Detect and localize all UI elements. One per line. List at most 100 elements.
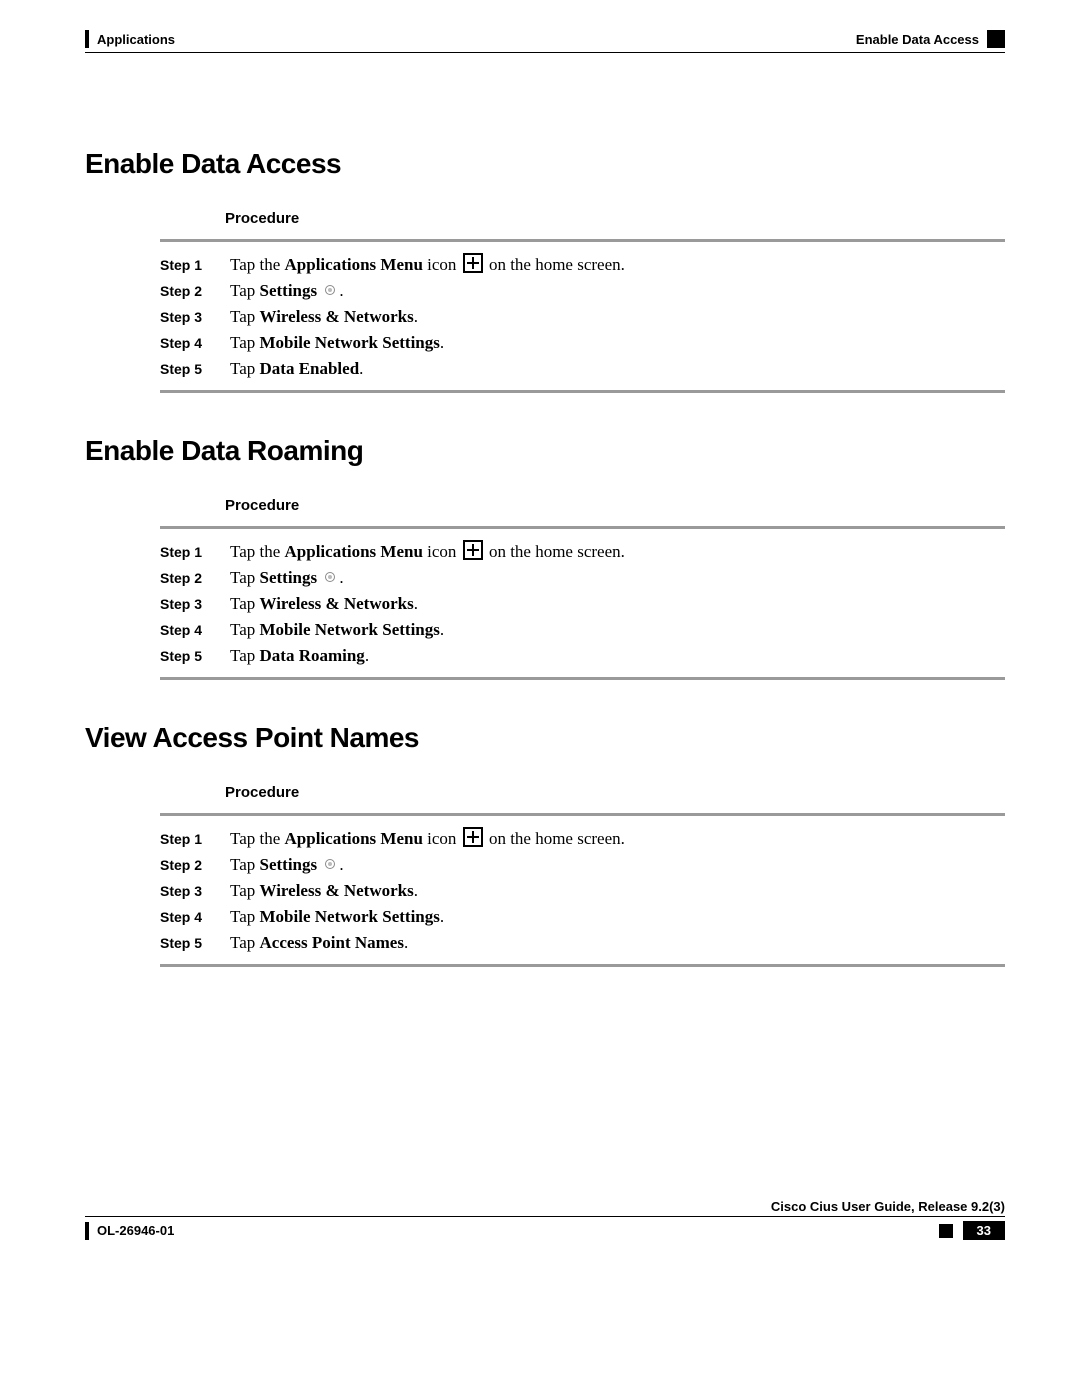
step-post: . (414, 594, 418, 613)
step-pre: Tap (230, 281, 260, 300)
step-label: Step 5 (160, 935, 230, 951)
step-post: on the home screen. (485, 542, 625, 561)
applications-menu-icon (463, 540, 483, 560)
header-chapter: Applications (97, 32, 175, 47)
step-pre: Tap (230, 333, 260, 352)
step-row: Step 5Tap Access Point Names. (160, 930, 1005, 956)
section-title: View Access Point Names (85, 722, 1005, 754)
step-post: . (440, 620, 444, 639)
step-post: on the home screen. (485, 829, 625, 848)
step-row: Step 5Tap Data Enabled. (160, 356, 1005, 382)
applications-menu-icon (463, 827, 483, 847)
step-label: Step 1 (160, 257, 230, 273)
step-bold: Settings (260, 568, 318, 587)
step-label: Step 5 (160, 648, 230, 664)
step-text: Tap Mobile Network Settings. (230, 333, 1005, 353)
procedure-rule-bottom (160, 677, 1005, 680)
step-text: Tap Data Enabled. (230, 359, 1005, 379)
step-row: Step 3Tap Wireless & Networks. (160, 878, 1005, 904)
step-pre: Tap (230, 359, 260, 378)
step-text: Tap the Applications Menu icon on the ho… (230, 540, 1005, 562)
footer-docid: OL-26946-01 (97, 1223, 174, 1238)
step-text: Tap Wireless & Networks. (230, 307, 1005, 327)
step-post: . (339, 568, 343, 587)
step-label: Step 5 (160, 361, 230, 377)
page-footer: Cisco Cius User Guide, Release 9.2(3) OL… (85, 1199, 1005, 1240)
step-pre: Tap (230, 307, 260, 326)
step-row: Step 4Tap Mobile Network Settings. (160, 330, 1005, 356)
header-rule (85, 52, 1005, 53)
step-pre: Tap (230, 881, 260, 900)
step-row: Step 1Tap the Applications Menu icon on … (160, 250, 1005, 278)
step-post: . (359, 359, 363, 378)
procedure-rule-bottom (160, 390, 1005, 393)
step-pre: Tap (230, 620, 260, 639)
header-bar-icon (85, 30, 89, 48)
step-post: . (404, 933, 408, 952)
step-text: Tap Wireless & Networks. (230, 881, 1005, 901)
step-bold: Wireless & Networks (260, 594, 414, 613)
step-bold: Mobile Network Settings (260, 620, 440, 639)
step-mid: icon (423, 542, 461, 561)
step-pre: Tap (230, 933, 260, 952)
step-post: . (414, 307, 418, 326)
step-row: Step 2Tap Settings . (160, 852, 1005, 878)
procedure-rule-bottom (160, 964, 1005, 967)
step-mid (317, 281, 321, 300)
step-bold: Data Enabled (260, 359, 360, 378)
step-label: Step 4 (160, 335, 230, 351)
settings-gear-icon (322, 282, 338, 298)
step-label: Step 3 (160, 309, 230, 325)
step-pre: Tap the (230, 255, 285, 274)
step-post: . (339, 281, 343, 300)
section-title: Enable Data Access (85, 148, 1005, 180)
step-bold: Wireless & Networks (260, 881, 414, 900)
step-text: Tap Data Roaming. (230, 646, 1005, 666)
settings-gear-icon (322, 856, 338, 872)
step-text: Tap Mobile Network Settings. (230, 907, 1005, 927)
page-header: Applications Enable Data Access (85, 30, 1005, 48)
step-pre: Tap (230, 568, 260, 587)
step-pre: Tap (230, 907, 260, 926)
procedure-label: Procedure (225, 210, 1005, 227)
step-mid (317, 855, 321, 874)
header-square-icon (987, 30, 1005, 48)
procedure-rule-top (160, 813, 1005, 816)
procedure-rule-top (160, 526, 1005, 529)
step-bold: Wireless & Networks (260, 307, 414, 326)
footer-square-icon (939, 1224, 953, 1238)
step-pre: Tap (230, 646, 260, 665)
step-label: Step 4 (160, 622, 230, 638)
step-post: . (440, 907, 444, 926)
step-label: Step 2 (160, 283, 230, 299)
step-pre: Tap (230, 855, 260, 874)
step-bold: Applications Menu (285, 829, 423, 848)
step-pre: Tap (230, 594, 260, 613)
step-bold: Settings (260, 281, 318, 300)
step-label: Step 2 (160, 857, 230, 873)
step-label: Step 4 (160, 909, 230, 925)
step-row: Step 2Tap Settings . (160, 565, 1005, 591)
step-text: Tap the Applications Menu icon on the ho… (230, 253, 1005, 275)
section-title: Enable Data Roaming (85, 435, 1005, 467)
step-row: Step 1Tap the Applications Menu icon on … (160, 824, 1005, 852)
step-bold: Mobile Network Settings (260, 907, 440, 926)
step-text: Tap Settings . (230, 855, 1005, 875)
step-text: Tap Access Point Names. (230, 933, 1005, 953)
step-row: Step 4Tap Mobile Network Settings. (160, 617, 1005, 643)
step-text: Tap Settings . (230, 281, 1005, 301)
step-bold: Applications Menu (285, 542, 423, 561)
step-post: . (365, 646, 369, 665)
step-text: Tap the Applications Menu icon on the ho… (230, 827, 1005, 849)
step-label: Step 1 (160, 831, 230, 847)
procedure-label: Procedure (225, 497, 1005, 514)
procedure-rule-top (160, 239, 1005, 242)
step-bold: Access Point Names (260, 933, 404, 952)
step-row: Step 4Tap Mobile Network Settings. (160, 904, 1005, 930)
procedure-label: Procedure (225, 784, 1005, 801)
step-label: Step 2 (160, 570, 230, 586)
step-row: Step 2Tap Settings . (160, 278, 1005, 304)
step-pre: Tap the (230, 829, 285, 848)
settings-gear-icon (322, 569, 338, 585)
step-pre: Tap the (230, 542, 285, 561)
